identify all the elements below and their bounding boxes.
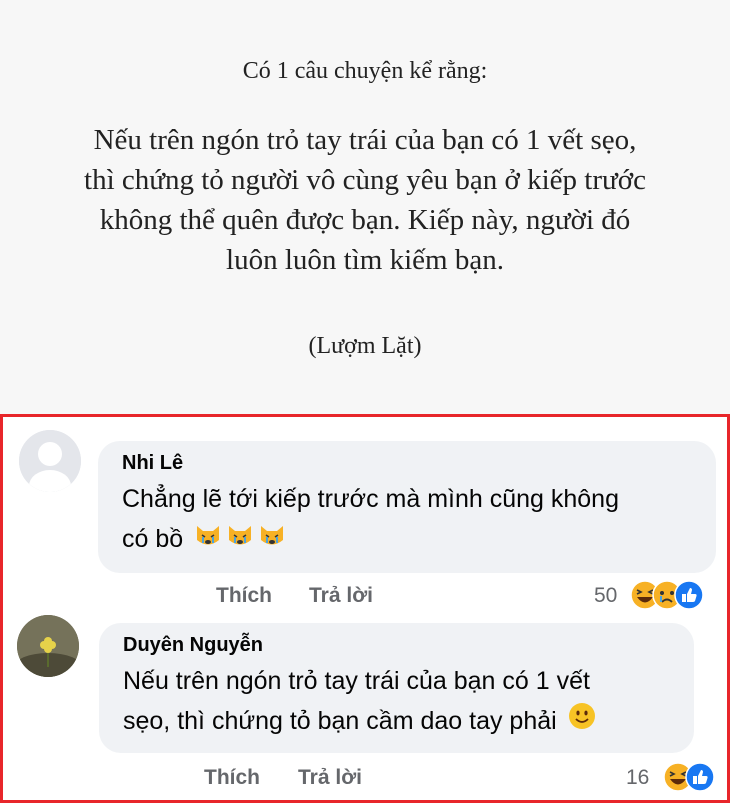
comment-author[interactable]: Duyên Nguyễn (123, 634, 263, 657)
post-image: Có 1 câu chuyện kể rằng: Nếu trên ngón t… (0, 0, 730, 415)
comment-text: có bồ (122, 525, 184, 553)
post-line: không thể quên được bạn. Kiếp này, người… (99, 204, 631, 236)
post-line: Nếu trên ngón trỏ tay trái của bạn có 1 … (93, 124, 637, 156)
avatar-photo[interactable] (17, 615, 79, 677)
user-silhouette-icon (19, 430, 81, 492)
reply-button[interactable]: Trả lời (298, 766, 362, 790)
comment-text-line: sẹo, thì chứng tỏ bạn cầm dao tay phải (123, 701, 596, 742)
reaction-icons[interactable] (663, 762, 723, 792)
flower-photo-icon (17, 615, 79, 677)
smile-icon (568, 702, 596, 742)
comment-text: sẹo, thì chứng tỏ bạn cầm dao tay phải (123, 707, 557, 735)
post-line: luôn luôn tìm kiếm bạn. (226, 244, 504, 276)
like-icon (674, 580, 704, 610)
post-heading: Có 1 câu chuyện kể rằng: (242, 58, 488, 84)
comment-text-line: có bồ (122, 519, 286, 560)
avatar-default[interactable] (19, 430, 81, 492)
reaction-icons[interactable] (630, 580, 720, 610)
comment-author[interactable]: Nhi Lê (122, 452, 183, 475)
crying-cat-icon (226, 520, 254, 560)
comments-highlight-frame: Nhi Lê Chẳng lẽ tới kiếp trước mà mình c… (0, 414, 730, 803)
post-body: Nếu trên ngón trỏ tay trái của bạn có 1 … (0, 120, 730, 280)
reaction-count[interactable]: 50 (594, 584, 617, 608)
like-icon (685, 762, 715, 792)
crying-cat-icon (258, 520, 286, 560)
like-button[interactable]: Thích (216, 584, 272, 608)
comment-text-line: Chẳng lẽ tới kiếp trước mà mình cũng khô… (122, 485, 619, 513)
comment-bubble: Duyên Nguyễn Nếu trên ngón trỏ tay trái … (99, 623, 694, 753)
reaction-count[interactable]: 16 (626, 766, 649, 790)
crying-cat-icon (194, 520, 222, 560)
like-button[interactable]: Thích (204, 766, 260, 790)
post-source: (Lượm Lặt) (308, 333, 422, 359)
comment-bubble: Nhi Lê Chẳng lẽ tới kiếp trước mà mình c… (98, 441, 716, 573)
post-line: thì chứng tỏ người vô cùng yêu bạn ở kiế… (84, 164, 646, 196)
reply-button[interactable]: Trả lời (309, 584, 373, 608)
comment-text-line: Nếu trên ngón trỏ tay trái của bạn có 1 … (123, 667, 590, 695)
